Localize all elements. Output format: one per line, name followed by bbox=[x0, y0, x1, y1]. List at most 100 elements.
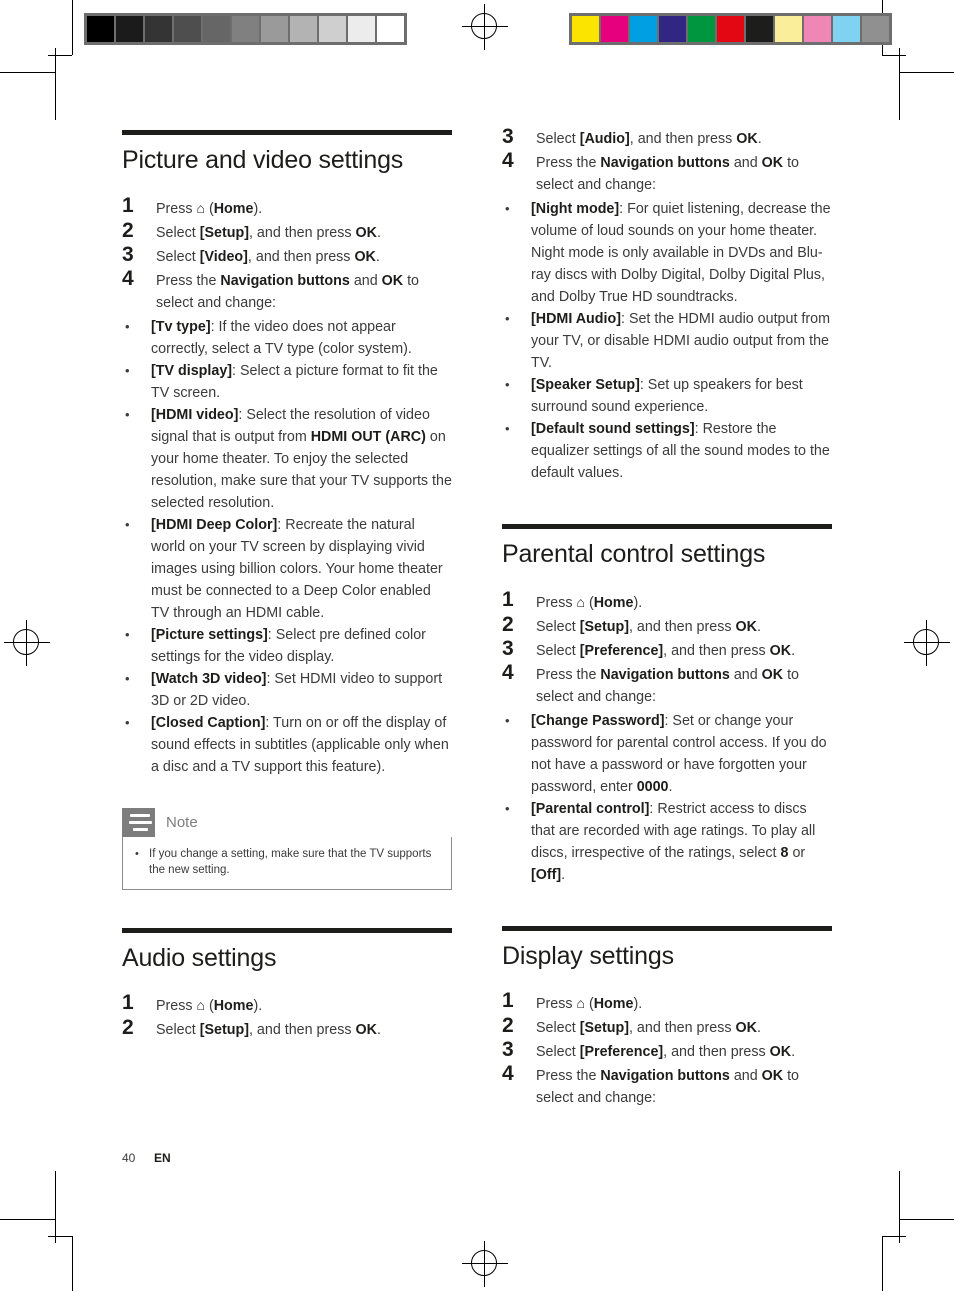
list-item: • [HDMI Audio]: Set the HDMI audio output… bbox=[502, 308, 832, 374]
step-item: 4 Press the Navigation buttons and OK to … bbox=[502, 661, 832, 708]
step-number: 4 bbox=[502, 149, 514, 172]
step-item: 4 Press the Navigation buttons and OK to … bbox=[502, 149, 832, 196]
bullet-icon: • bbox=[125, 406, 130, 422]
section-title: Picture and video settings bbox=[122, 146, 404, 174]
list-item-text: [Watch 3D video]: Set HDMI video to supp… bbox=[151, 670, 443, 709]
step-number: 1 bbox=[502, 989, 514, 1012]
step-item: 3 Select [Preference], and then press OK. bbox=[502, 1038, 832, 1063]
step-item: 3 Select [Preference], and then press OK. bbox=[502, 637, 832, 662]
section-title: Parental control settings bbox=[502, 540, 766, 568]
step-text: Select [Setup], and then press OK. bbox=[156, 224, 381, 241]
bullet-icon: • bbox=[125, 516, 130, 532]
bullet-icon: • bbox=[505, 712, 510, 728]
section-title: Audio settings bbox=[122, 943, 277, 972]
step-number: 2 bbox=[122, 1016, 134, 1039]
list-item-text: [Speaker Setup]: Set up speakers for bes… bbox=[531, 377, 803, 415]
step-text: Select [Setup], and then press OK. bbox=[536, 618, 761, 635]
list-item-text: [HDMI video]: Select the resolution of v… bbox=[151, 406, 452, 511]
list-item-text: [Picture settings]: Select pre defined c… bbox=[151, 626, 426, 665]
step-item: 1 Press ⌂ (Home). bbox=[122, 194, 452, 220]
step-number: 4 bbox=[122, 266, 134, 290]
bullet-icon: • bbox=[505, 421, 510, 436]
step-text: Select [Video], and then press OK. bbox=[156, 248, 380, 265]
bullet-icon: • bbox=[125, 318, 130, 334]
bullet-icon: • bbox=[505, 201, 510, 216]
step-item: 1 Press ⌂ (Home). bbox=[122, 991, 452, 1017]
section-picture-and-video-settings: Picture and video settings 1 Press ⌂ (Hom… bbox=[122, 130, 452, 778]
step-text: Select [Preference], and then press OK. bbox=[536, 642, 796, 659]
settings-bullet-list: • [Tv type]: If the video does not appear… bbox=[122, 316, 452, 778]
note-header: Note bbox=[122, 807, 452, 837]
section-audio-settings-continued: 3 Select [Audio], and then press OK. 4 Pres… bbox=[502, 125, 832, 484]
step-text: Select [Preference], and then press OK. bbox=[536, 1044, 796, 1060]
step-text: Press ⌂ (Home). bbox=[536, 593, 643, 611]
note-label: Note bbox=[166, 813, 198, 831]
step-number: 4 bbox=[502, 1062, 514, 1085]
section-title: Display settings bbox=[502, 941, 674, 970]
step-text: Press the Navigation buttons and OK to s… bbox=[536, 155, 800, 193]
step-item: 1 Press ⌂ (Home). bbox=[502, 588, 832, 614]
section-parental-control-settings: Parental control settings 1 Press ⌂ (Home… bbox=[502, 524, 832, 886]
step-text: Press ⌂ (Home). bbox=[536, 995, 643, 1012]
step-item: 1 Press ⌂ (Home). bbox=[502, 989, 832, 1015]
section-rule bbox=[502, 524, 832, 529]
list-item: • If you change a setting, make sure that… bbox=[133, 846, 439, 878]
list-item-text: [HDMI Deep Color]: Recreate the natural … bbox=[151, 516, 443, 621]
list-item: • [TV display]: Select a picture format t… bbox=[122, 360, 452, 404]
note-body: • If you change a setting, make sure that… bbox=[122, 836, 452, 890]
page-number: 40 bbox=[122, 1151, 136, 1165]
section-rule bbox=[122, 130, 452, 135]
section-display-settings: Display settings 1 Press ⌂ (Home). 2 Select… bbox=[502, 925, 832, 1110]
page-footer: 40 EN bbox=[122, 1151, 171, 1165]
list-item: • [Tv type]: If the video does not appear… bbox=[122, 316, 452, 360]
list-item: • [Speaker Setup]: Set up speakers for be… bbox=[502, 374, 832, 418]
list-item-text: [Tv type]: If the video does not appear … bbox=[151, 318, 412, 357]
step-item: 3 Select [Video], and then press OK. bbox=[122, 243, 452, 268]
step-number: 1 bbox=[502, 587, 514, 611]
section-rule bbox=[502, 925, 832, 931]
list-item: • [Picture settings]: Select pre defined … bbox=[122, 624, 452, 668]
step-text: Select [Setup], and then press OK. bbox=[536, 1020, 761, 1036]
step-list: 1 Press ⌂ (Home). 2 Select [Setup], and the… bbox=[122, 991, 452, 1041]
step-text: Select [Setup], and then press OK. bbox=[156, 1022, 381, 1038]
left-column: Picture and video settings 1 Press ⌂ (Hom… bbox=[122, 130, 452, 1043]
bullet-icon: • bbox=[125, 626, 130, 642]
list-item-text: [Night mode]: For quiet listening, decre… bbox=[531, 201, 831, 305]
settings-bullet-list: • [Night mode]: For quiet listening, decr… bbox=[502, 198, 832, 484]
step-text: Select [Audio], and then press OK. bbox=[536, 131, 762, 147]
bullet-icon: • bbox=[125, 362, 130, 378]
bullet-icon: • bbox=[505, 800, 510, 816]
step-number: 1 bbox=[122, 193, 134, 217]
step-item: 2 Select [Setup], and then press OK. bbox=[502, 1014, 832, 1039]
step-list: 3 Select [Audio], and then press OK. 4 Pres… bbox=[502, 125, 832, 196]
list-item: • [Change Password]: Set or change your p… bbox=[502, 710, 832, 798]
list-item: • [HDMI Deep Color]: Recreate the natural… bbox=[122, 514, 452, 624]
step-item: 4 Press the Navigation buttons and OK to … bbox=[502, 1062, 832, 1109]
step-number: 2 bbox=[122, 218, 134, 242]
step-item: 4 Press the Navigation buttons and OK to … bbox=[122, 267, 452, 314]
step-text: Press the Navigation buttons and OK to s… bbox=[156, 272, 420, 311]
settings-bullet-list: • [Change Password]: Set or change your p… bbox=[502, 710, 832, 886]
list-item-text: If you change a setting, make sure that … bbox=[149, 847, 432, 876]
step-item: 3 Select [Audio], and then press OK. bbox=[502, 125, 832, 150]
step-text: Press the Navigation buttons and OK to s… bbox=[536, 1068, 800, 1106]
bullet-icon: • bbox=[125, 670, 130, 686]
note-item-list: • If you change a setting, make sure that… bbox=[133, 846, 439, 878]
step-number: 3 bbox=[502, 125, 514, 148]
bullet-icon: • bbox=[505, 311, 510, 326]
list-item: • [HDMI video]: Select the resolution of … bbox=[122, 404, 452, 514]
step-number: 1 bbox=[122, 991, 134, 1014]
step-number: 4 bbox=[502, 660, 514, 684]
list-item: • [Night mode]: For quiet listening, decr… bbox=[502, 198, 832, 308]
right-column: 3 Select [Audio], and then press OK. 4 Pres… bbox=[502, 125, 832, 1111]
bullet-icon: • bbox=[505, 377, 510, 392]
step-number: 3 bbox=[122, 242, 134, 266]
list-item: • [Watch 3D video]: Set HDMI video to sup… bbox=[122, 668, 452, 712]
section-audio-settings: Audio settings 1 Press ⌂ (Home). 2 Select [… bbox=[122, 927, 452, 1042]
list-item: • [Default sound settings]: Restore the e… bbox=[502, 418, 832, 484]
step-item: 2 Select [Setup], and then press OK. bbox=[502, 613, 832, 638]
list-item-text: [Change Password]: Set or change your pa… bbox=[531, 712, 827, 795]
list-item-text: [TV display]: Select a picture format to… bbox=[151, 362, 438, 401]
list-item-text: [Default sound settings]: Restore the eq… bbox=[531, 421, 830, 481]
note-box: Note • If you change a setting, make sure… bbox=[122, 807, 452, 890]
